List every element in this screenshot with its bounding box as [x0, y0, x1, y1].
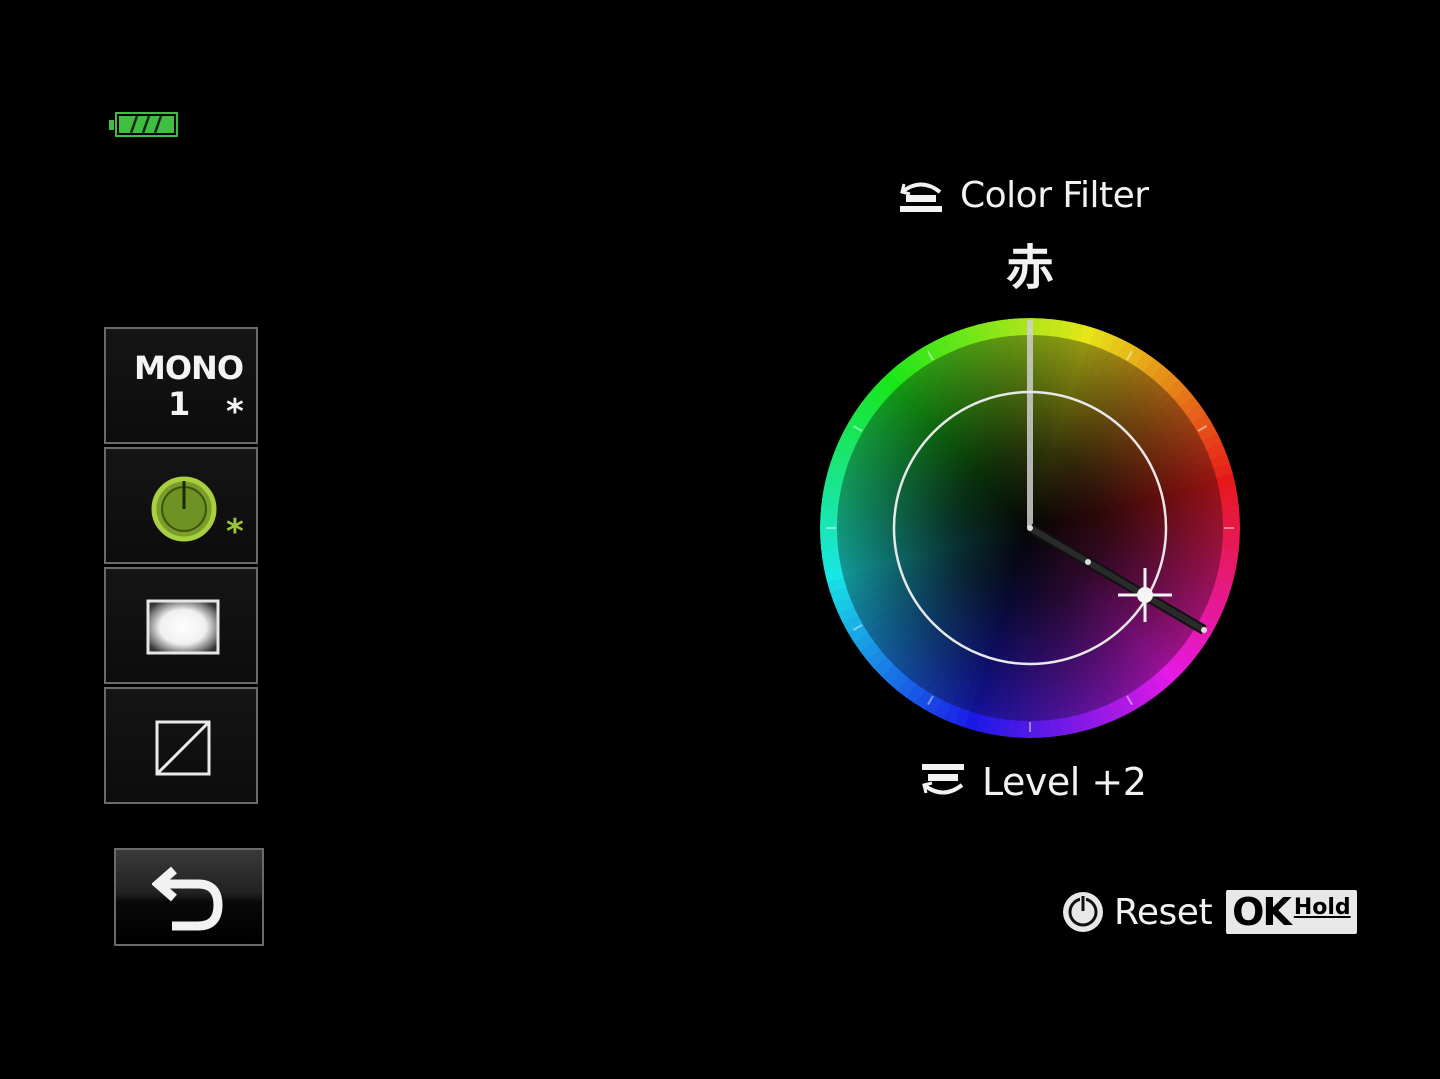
color-filter-label: Color Filter — [960, 174, 1149, 216]
battery-icon — [109, 112, 178, 137]
vignette-button[interactable] — [104, 567, 258, 684]
vignette-icon — [146, 599, 220, 655]
color-filter-dial-icon — [151, 476, 217, 542]
ok-label: OK — [1232, 890, 1292, 934]
color-filter-value: 赤 — [1005, 240, 1054, 296]
level-display: Level +2 — [918, 756, 1147, 808]
front-dial-icon — [900, 182, 942, 212]
color-wheel[interactable] — [820, 318, 1240, 738]
tone-curve-button[interactable] — [104, 687, 258, 804]
mono-profile-button[interactable]: MONO 1 * — [104, 327, 258, 444]
mode-panel: MONO 1 * * — [104, 327, 258, 804]
return-arrow-icon — [152, 866, 223, 931]
rear-dial-icon — [922, 764, 964, 795]
modified-star-icon: * — [226, 392, 244, 432]
mono-label: MONO — [134, 349, 244, 387]
modified-star-icon: * — [226, 512, 244, 552]
back-button[interactable] — [114, 848, 264, 946]
color-filter-button[interactable]: * — [104, 447, 258, 564]
power-icon — [1063, 892, 1103, 932]
mono-number: 1 — [168, 385, 191, 423]
reset-label: Reset — [1114, 891, 1213, 933]
ok-hold-badge[interactable]: OK Hold — [1226, 890, 1357, 934]
tone-curve-icon — [155, 720, 211, 776]
hold-label: Hold — [1293, 894, 1351, 920]
color-filter-title: Color Filter — [896, 170, 1149, 220]
level-text: Level +2 — [982, 760, 1147, 804]
reset-control[interactable]: Reset OK Hold — [1060, 884, 1357, 940]
